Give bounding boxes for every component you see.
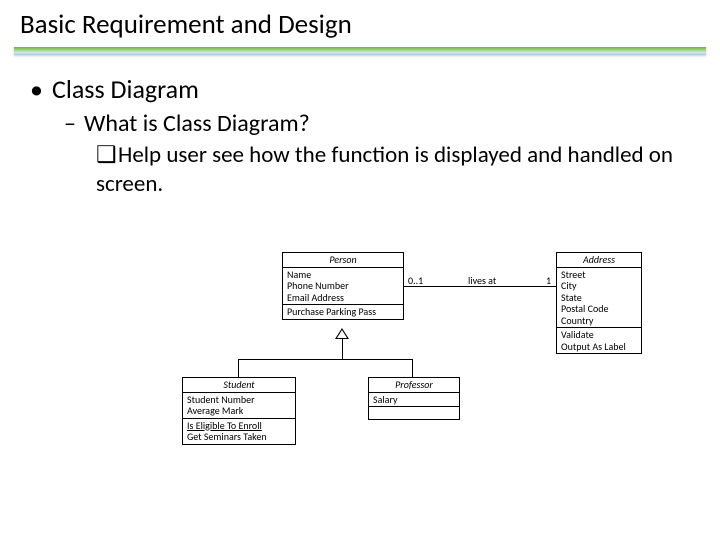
assoc-right-mult: 1 — [546, 274, 551, 287]
bullet1-text: Class Diagram — [52, 73, 199, 105]
attr: Average Mark — [187, 405, 291, 417]
slide-title: Basic Requirement and Design — [0, 0, 720, 41]
attr: Postal Code — [561, 303, 637, 315]
bullet-level2: –What is Class Diagram? — [64, 109, 690, 138]
attr: Phone Number — [287, 280, 399, 292]
class-student-ops: Is Eligible To Enroll Get Seminars Taken — [183, 419, 295, 444]
op: Purchase Parking Pass — [287, 306, 399, 318]
class-student: Student Student Number Average Mark Is E… — [182, 377, 296, 445]
class-person: Person Name Phone Number Email Address P… — [282, 252, 404, 320]
class-person-name: Person — [283, 253, 403, 268]
title-divider — [14, 47, 706, 55]
bullet-level1: •Class Diagram — [30, 73, 690, 105]
attr: Country — [561, 315, 637, 327]
assoc-label: lives at — [468, 274, 496, 287]
inherit-right-drop — [412, 359, 413, 377]
class-professor-ops — [369, 407, 459, 419]
class-address: Address Street City State Postal Code Co… — [556, 252, 642, 354]
inheritance-arrow-fill — [337, 330, 347, 338]
attr: Salary — [373, 394, 455, 406]
op: Validate — [561, 329, 637, 341]
attr: City — [561, 280, 637, 292]
class-student-name: Student — [183, 378, 295, 393]
assoc-left-mult: 0..1 — [408, 274, 423, 287]
class-person-attrs: Name Phone Number Email Address — [283, 268, 403, 306]
class-professor-name: Professor — [369, 378, 459, 393]
class-person-ops: Purchase Parking Pass — [283, 305, 403, 319]
inherit-hline — [238, 359, 413, 360]
bullet-level3: ❑Help user see how the function is displ… — [96, 140, 690, 199]
inherit-left-drop — [238, 359, 239, 377]
op: Get Seminars Taken — [187, 431, 291, 443]
slide-body: •Class Diagram –What is Class Diagram? ❑… — [0, 55, 720, 199]
class-professor: Professor Salary — [368, 377, 460, 420]
class-address-attrs: Street City State Postal Code Country — [557, 268, 641, 329]
class-address-ops: Validate Output As Label — [557, 328, 641, 353]
attr: Email Address — [287, 292, 399, 304]
inherit-vline — [342, 339, 343, 359]
class-address-name: Address — [557, 253, 641, 268]
op: Output As Label — [561, 341, 637, 353]
uml-class-diagram: Person Name Phone Number Email Address P… — [168, 252, 628, 482]
bullet2-text: What is Class Diagram? — [84, 109, 310, 138]
bullet3-text: Help user see how the function is displa… — [96, 141, 673, 198]
class-professor-attrs: Salary — [369, 393, 459, 408]
class-student-attrs: Student Number Average Mark — [183, 393, 295, 419]
